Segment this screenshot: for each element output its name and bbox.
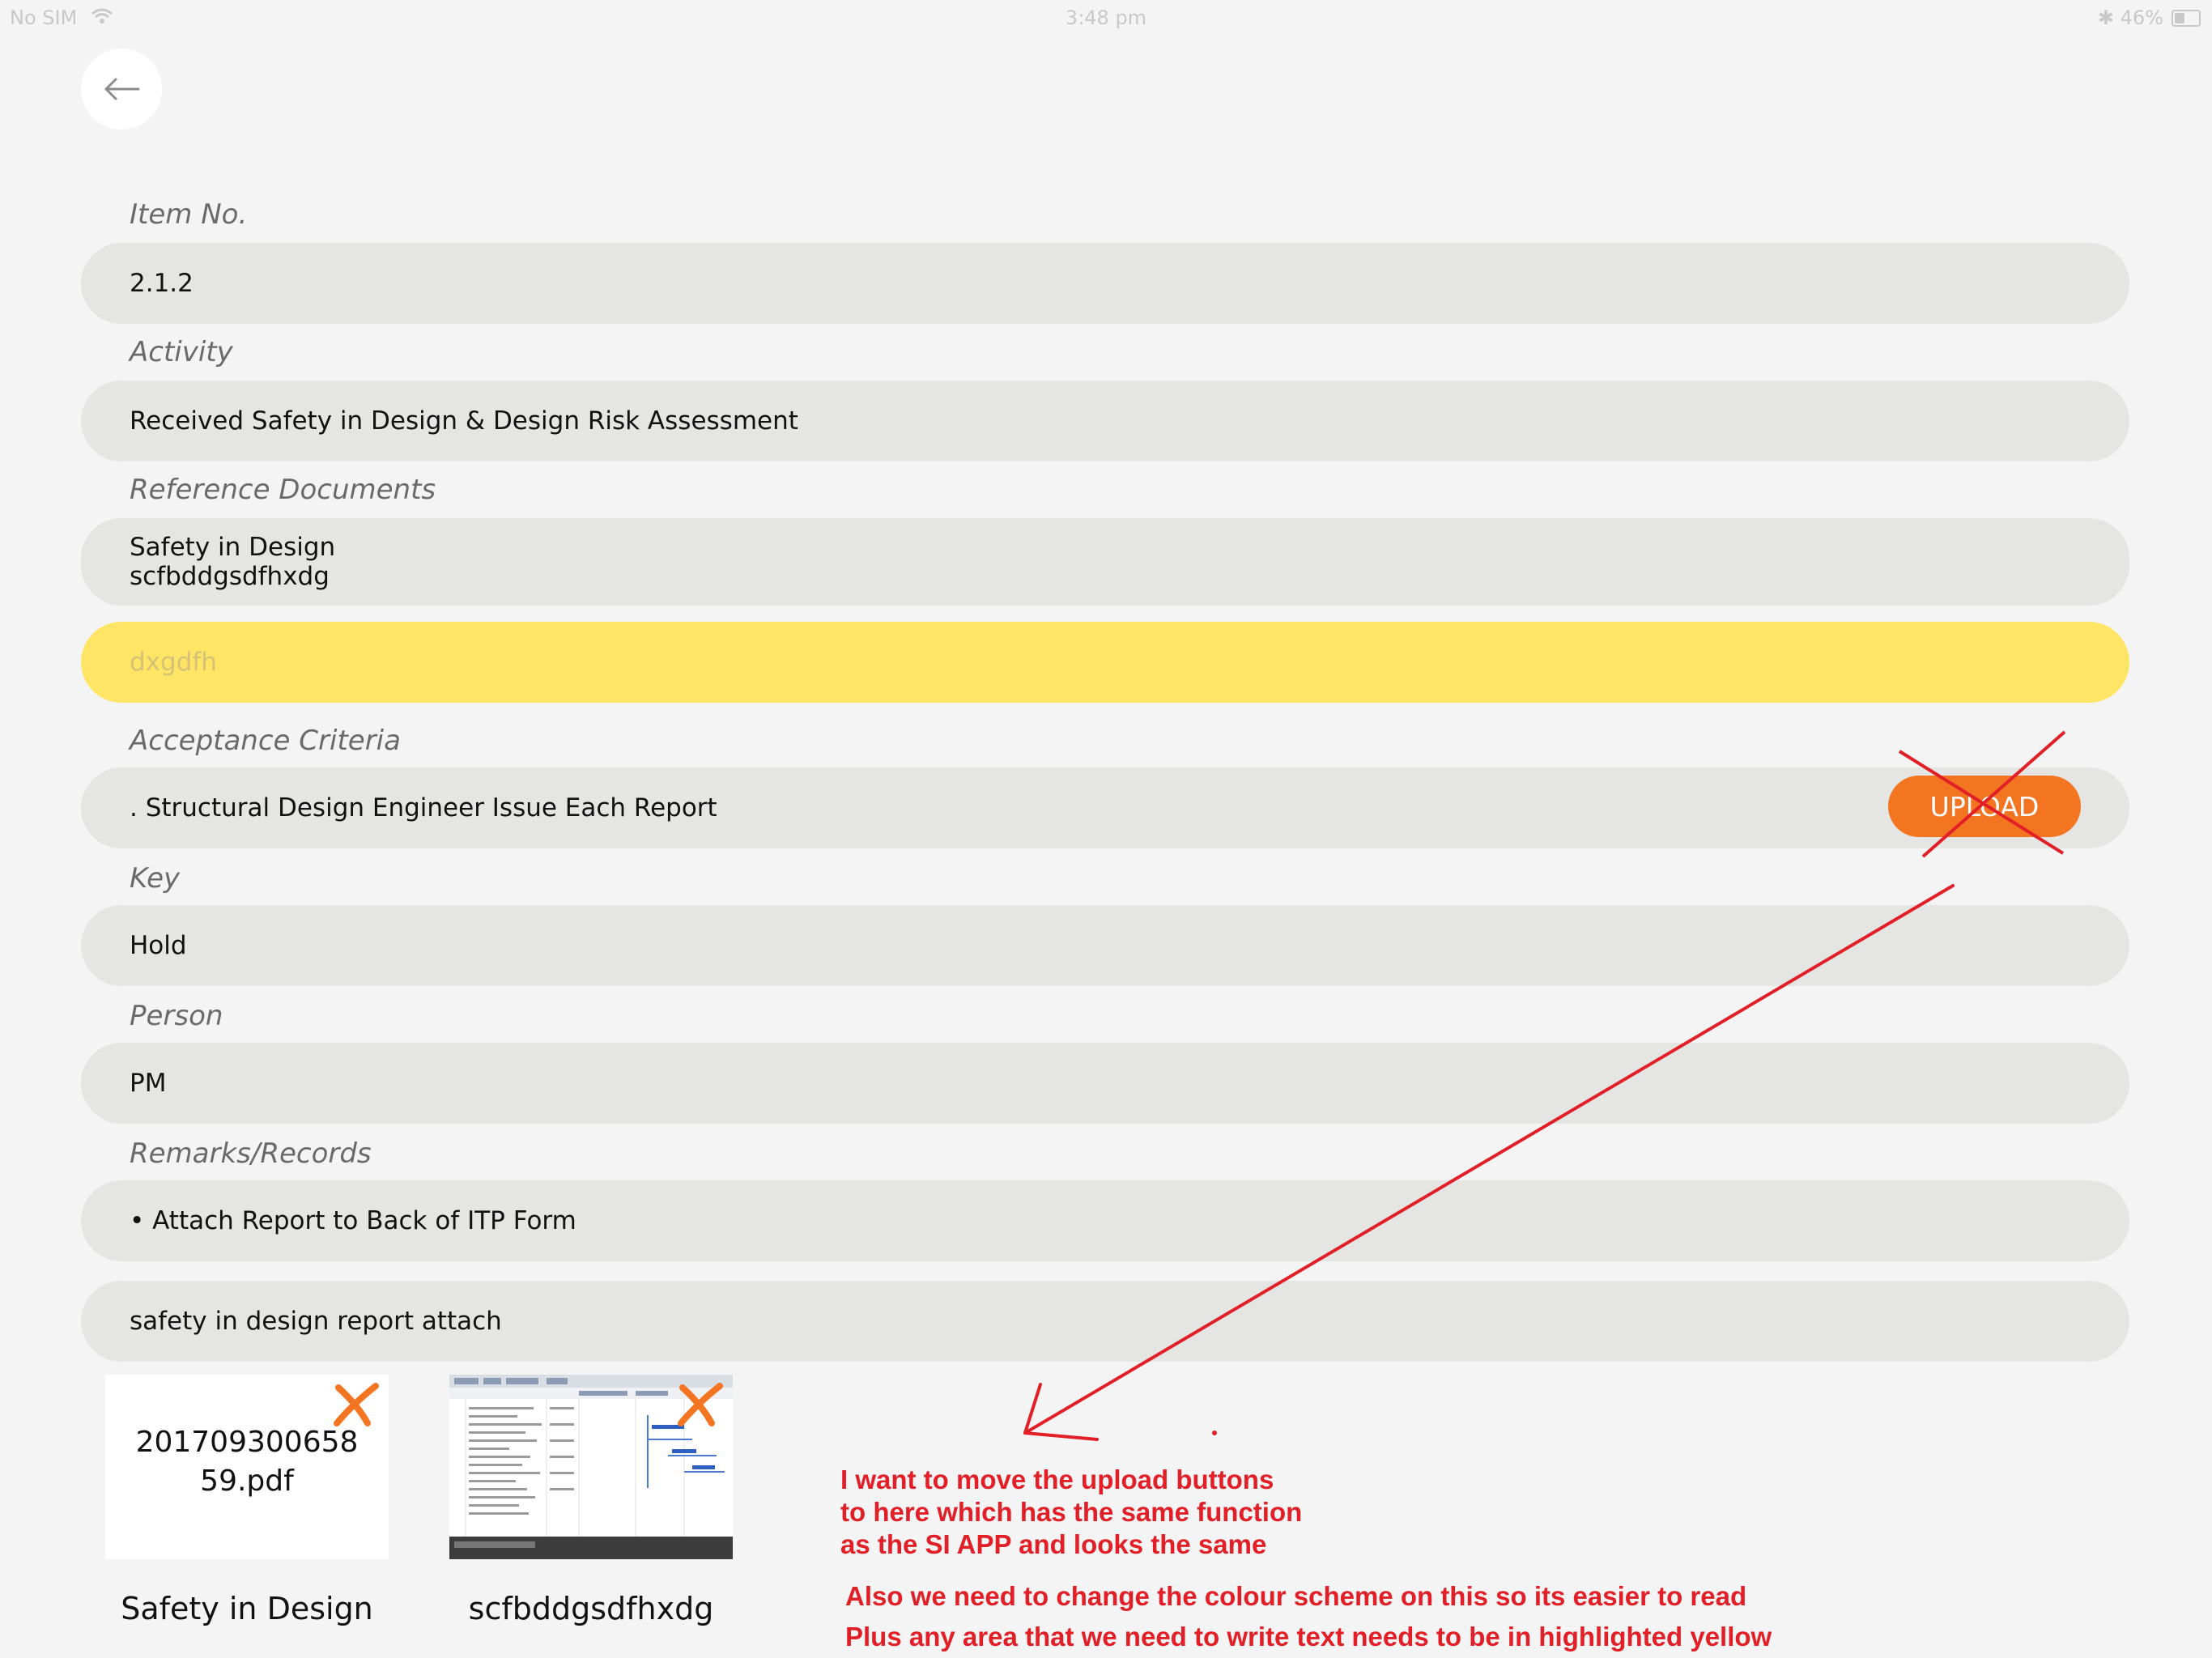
activity-value: Received Safety in Design & Design Risk … (130, 406, 798, 436)
acceptance-criteria-value: . Structural Design Engineer Issue Each … (130, 793, 717, 823)
attachment-caption: scfbddgsdfhxdg (468, 1591, 714, 1626)
person-label: Person (130, 1000, 223, 1032)
remove-attachment-icon[interactable] (674, 1381, 725, 1428)
reference-document-line: scfbddgsdfhxdg (130, 562, 330, 591)
attachment-caption: Safety in Design (121, 1591, 373, 1626)
annotation-note-colour-scheme: Also we need to change the colour scheme… (845, 1580, 1772, 1653)
item-no-label: Item No. (130, 198, 248, 231)
reference-input-placeholder: dxgdfh (130, 648, 217, 677)
annotation-line: as the SI APP and looks the same (840, 1529, 1267, 1559)
status-bar: No SIM 3:48 pm ✱ 46% (0, 0, 2212, 36)
battery-percent: 46% (2120, 6, 2163, 29)
person-value: PM (130, 1069, 167, 1098)
reference-documents-label: Reference Documents (130, 474, 436, 506)
key-field[interactable]: Hold (81, 905, 2129, 986)
key-value: Hold (130, 931, 187, 960)
key-label: Key (130, 862, 181, 895)
attachment-filename: 20170930065859.pdf (135, 1426, 359, 1498)
remove-attachment-icon[interactable] (330, 1381, 381, 1428)
attachment-thumbnail-pdf[interactable]: 20170930065859.pdf (105, 1375, 389, 1559)
reference-documents-field[interactable]: Safety in Design scfbddgsdfhxdg (81, 518, 2129, 606)
annotation-line: Plus any area that we need to write text… (845, 1622, 1772, 1652)
annotation-line: I want to move the upload buttons (840, 1465, 1274, 1494)
back-button[interactable] (81, 49, 162, 130)
activity-label: Activity (130, 336, 233, 368)
acceptance-criteria-field[interactable]: . Structural Design Engineer Issue Each … (81, 767, 2129, 848)
remarks-records-field[interactable]: • Attach Report to Back of ITP Form (81, 1180, 2129, 1261)
remarks-input-field[interactable]: safety in design report attach (81, 1281, 2129, 1362)
reference-document-line: Safety in Design (130, 533, 336, 562)
remarks-records-label: Remarks/Records (130, 1137, 372, 1170)
remarks-input-value: safety in design report attach (130, 1307, 502, 1336)
remarks-records-value: • Attach Report to Back of ITP Form (130, 1206, 576, 1235)
back-arrow-icon (104, 78, 140, 100)
annotation-dot (1212, 1431, 1217, 1435)
battery-icon (2172, 10, 2201, 27)
annotation-line: to here which has the same function (840, 1497, 1303, 1527)
bluetooth-icon: ✱ (2097, 6, 2115, 29)
attachment-thumbnail-image[interactable] (449, 1375, 733, 1559)
item-no-field[interactable]: 2.1.2 (81, 243, 2129, 324)
acceptance-criteria-label: Acceptance Criteria (130, 725, 401, 757)
person-field[interactable]: PM (81, 1043, 2129, 1124)
activity-field[interactable]: Received Safety in Design & Design Risk … (81, 380, 2129, 461)
annotation-note-move-upload: I want to move the upload buttons to her… (840, 1464, 1302, 1561)
reference-input[interactable]: dxgdfh (81, 622, 2129, 703)
item-no-value: 2.1.2 (130, 269, 194, 298)
upload-button[interactable]: UPLOAD (1888, 776, 2081, 837)
annotation-line: Also we need to change the colour scheme… (845, 1581, 1747, 1611)
clock: 3:48 pm (1065, 6, 1147, 29)
